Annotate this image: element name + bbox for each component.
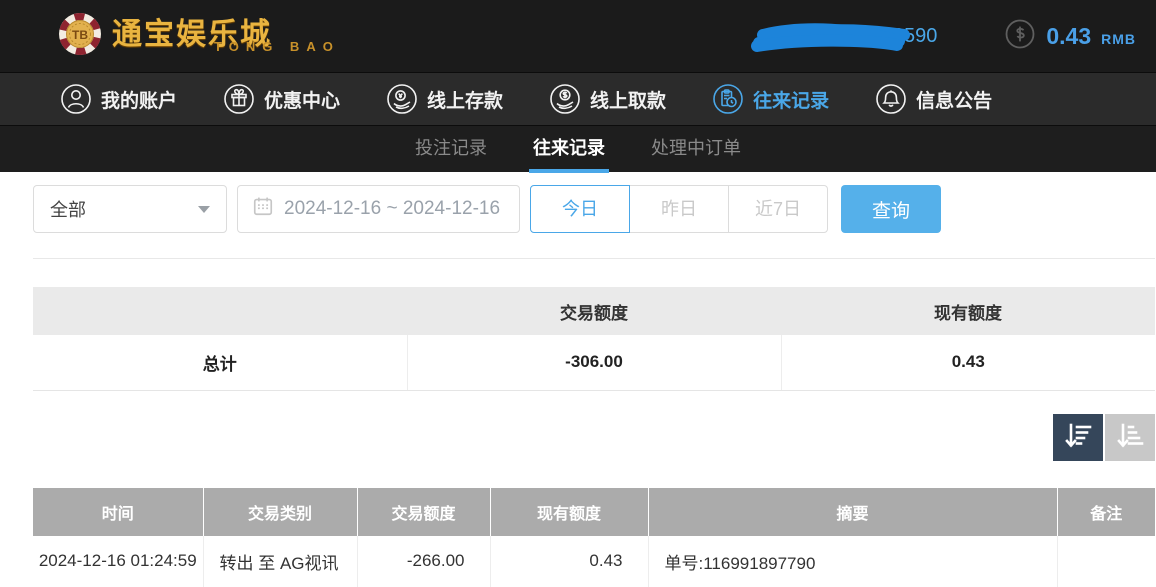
nav-item-promotions[interactable]: 优惠中心 xyxy=(223,83,340,115)
record-note xyxy=(1057,536,1155,587)
user-icon xyxy=(60,83,92,115)
records-col-balance: 现有额度 xyxy=(490,488,648,536)
dollar-coin-icon xyxy=(1004,18,1036,55)
section-divider xyxy=(33,258,1155,259)
withdraw-coin-hand-icon xyxy=(549,83,581,115)
record-amount: -266.00 xyxy=(357,536,490,587)
records-col-summary: 摘要 xyxy=(648,488,1057,536)
sort-ascending-icon xyxy=(1115,422,1145,453)
nav-label: 信息公告 xyxy=(916,86,992,113)
nav-label: 线上存款 xyxy=(427,86,503,113)
nav-label: 我的账户 xyxy=(101,86,177,113)
type-select[interactable]: 全部 xyxy=(33,185,227,233)
tab-label: 往来记录 xyxy=(533,138,605,158)
type-select-value: 全部 xyxy=(50,196,86,222)
site-logo[interactable]: TB 通宝娱乐城 TONG BAO xyxy=(58,12,340,61)
date-range-input[interactable]: 2024-12-16 ~ 2024-12-16 xyxy=(237,185,520,233)
summary-header-row: 交易额度 现有额度 xyxy=(33,287,1155,335)
records-table: 时间 交易类别 交易额度 现有额度 摘要 备注 2024-12-16 01:24… xyxy=(33,488,1155,587)
records-col-note: 备注 xyxy=(1057,488,1155,536)
logo-subtitle: TONG BAO xyxy=(214,40,340,53)
records-header-row: 时间 交易类别 交易额度 现有额度 摘要 备注 xyxy=(33,488,1155,536)
calendar-icon xyxy=(252,195,274,223)
quick-range-today[interactable]: 今日 xyxy=(530,185,630,233)
summary-total-label: 总计 xyxy=(33,335,407,390)
tab-bet-records[interactable]: 投注记录 xyxy=(411,126,491,173)
record-time: 2024-12-16 01:24:59 xyxy=(33,536,203,587)
sub-nav: 投注记录 往来记录 处理中订单 xyxy=(0,125,1156,172)
chevron-down-icon xyxy=(198,206,210,213)
nav-item-announcements[interactable]: 信息公告 xyxy=(875,83,992,115)
tab-label: 投注记录 xyxy=(415,138,487,158)
summary-col-empty xyxy=(33,287,407,335)
summary-total-balance: 0.43 xyxy=(781,335,1155,390)
records-col-time: 时间 xyxy=(33,488,203,536)
sort-descending-icon xyxy=(1063,422,1093,453)
table-row: 2024-12-16 01:24:59 转出 至 AG视讯 -266.00 0.… xyxy=(33,536,1155,587)
nav-label: 优惠中心 xyxy=(264,86,340,113)
balance-amount: 0.43 xyxy=(1046,23,1091,50)
records-col-type: 交易类别 xyxy=(203,488,357,536)
tab-pending-orders[interactable]: 处理中订单 xyxy=(647,126,745,173)
nav-item-deposit[interactable]: 线上存款 xyxy=(386,83,503,115)
bell-icon xyxy=(875,83,907,115)
user-account-area[interactable]: ng8590 xyxy=(749,13,949,59)
nav-item-withdraw[interactable]: 线上取款 xyxy=(549,83,666,115)
summary-table: 交易额度 现有额度 总计 -306.00 0.43 xyxy=(33,287,1155,391)
tab-transaction-records[interactable]: 往来记录 xyxy=(529,126,609,173)
filter-row: 全部 2024-12-16 ~ 2024-12-16 今日 昨日 近7日 查询 xyxy=(33,185,1156,233)
tab-active-underline xyxy=(529,169,609,173)
nav-item-transaction-records[interactable]: 往来记录 xyxy=(712,83,829,115)
quick-range-yesterday[interactable]: 昨日 xyxy=(629,185,729,233)
sort-controls xyxy=(33,414,1155,461)
sort-ascending-button[interactable] xyxy=(1105,414,1155,461)
balance-currency: RMB xyxy=(1101,31,1136,47)
gift-icon xyxy=(223,83,255,115)
username-redaction-scribble xyxy=(749,15,917,57)
main-nav: 我的账户 优惠中心 线上存款 xyxy=(0,72,1156,125)
deposit-coin-hand-icon xyxy=(386,83,418,115)
top-header: TB 通宝娱乐城 TONG BAO ng8590 0.43 RMB xyxy=(0,0,1156,72)
date-range-value: 2024-12-16 ~ 2024-12-16 xyxy=(284,198,500,220)
summary-col-balance: 现有额度 xyxy=(781,287,1155,335)
balance-display[interactable]: 0.43 RMB xyxy=(1004,18,1136,55)
query-button[interactable]: 查询 xyxy=(841,185,941,233)
summary-col-trade-amount: 交易额度 xyxy=(407,287,781,335)
nav-label: 往来记录 xyxy=(753,86,829,113)
sort-descending-button[interactable] xyxy=(1053,414,1103,461)
record-type: 转出 至 AG视讯 xyxy=(203,536,357,587)
clipboard-clock-icon xyxy=(712,83,744,115)
nav-label: 线上取款 xyxy=(590,86,666,113)
nav-item-my-account[interactable]: 我的账户 xyxy=(60,83,177,115)
summary-total-trade-amount: -306.00 xyxy=(407,335,781,390)
quick-range-last7days[interactable]: 近7日 xyxy=(728,185,828,233)
summary-total-row: 总计 -306.00 0.43 xyxy=(33,335,1155,390)
svg-text:TB: TB xyxy=(72,28,88,42)
poker-chip-icon: TB xyxy=(58,12,102,61)
tab-label: 处理中订单 xyxy=(651,138,741,158)
record-summary: 单号:116991897790 xyxy=(648,536,1057,587)
records-col-amount: 交易额度 xyxy=(357,488,490,536)
quick-range-group: 今日 昨日 近7日 xyxy=(530,185,828,233)
record-balance: 0.43 xyxy=(490,536,648,587)
